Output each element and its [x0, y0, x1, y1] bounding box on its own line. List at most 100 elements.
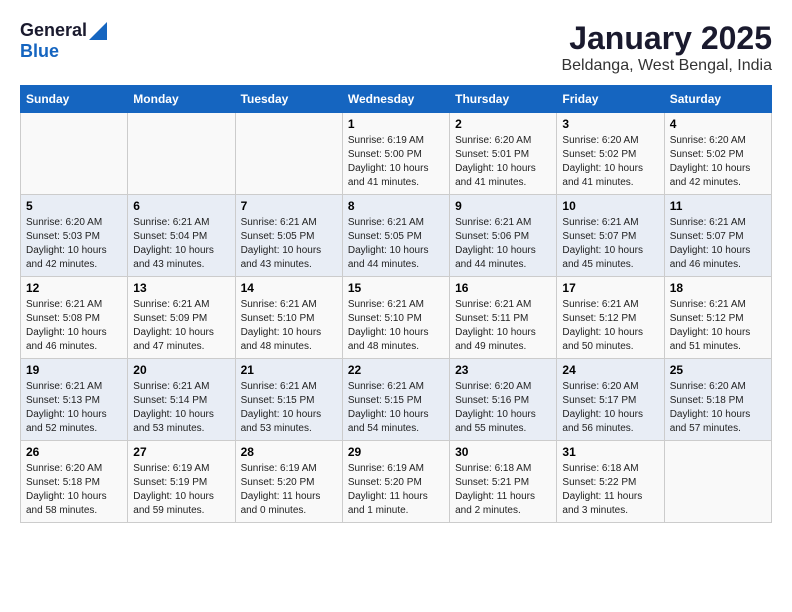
day-info: Sunrise: 6:20 AM Sunset: 5:03 PM Dayligh… — [26, 216, 122, 272]
calendar-cell: 15 Sunrise: 6:21 AM Sunset: 5:10 PM Dayli… — [342, 277, 449, 359]
day-number: 6 — [133, 199, 229, 213]
day-info: Sunrise: 6:20 AM Sunset: 5:01 PM Dayligh… — [455, 134, 551, 190]
logo-blue: Blue — [20, 41, 59, 61]
calendar-cell: 16Sunrise: 6:21 AM Sunset: 5:11 PM Dayli… — [450, 277, 557, 359]
day-info: Sunrise: 6:20 AM Sunset: 5:16 PM Dayligh… — [455, 380, 551, 436]
weekday-header-tuesday: Tuesday — [235, 86, 342, 113]
calendar-cell: 21 Sunrise: 6:21 AM Sunset: 5:15 PM Dayli… — [235, 359, 342, 441]
day-number: 11 — [670, 199, 766, 213]
calendar-cell: 14Sunrise: 6:21 AM Sunset: 5:10 PM Dayli… — [235, 277, 342, 359]
day-info: Sunrise: 6:21 AM Sunset: 5:08 PM Dayligh… — [26, 298, 122, 354]
day-number: 21 — [241, 363, 337, 377]
day-number: 12 — [26, 281, 122, 295]
day-number: 13 — [133, 281, 229, 295]
weekday-header-thursday: Thursday — [450, 86, 557, 113]
day-number: 1 — [348, 117, 444, 131]
day-info: Sunrise: 6:19 AM Sunset: 5:00 PM Dayligh… — [348, 134, 444, 190]
weekday-header-friday: Friday — [557, 86, 664, 113]
day-number: 5 — [26, 199, 122, 213]
day-number: 3 — [562, 117, 658, 131]
calendar-cell: 20 Sunrise: 6:21 AM Sunset: 5:14 PM Dayli… — [128, 359, 235, 441]
calendar-week-2: 5 Sunrise: 6:20 AM Sunset: 5:03 PM Daylig… — [21, 195, 772, 277]
calendar-cell: 17 Sunrise: 6:21 AM Sunset: 5:12 PM Dayli… — [557, 277, 664, 359]
day-number: 17 — [562, 281, 658, 295]
calendar-cell: 22 Sunrise: 6:21 AM Sunset: 5:15 PM Dayli… — [342, 359, 449, 441]
day-info: Sunrise: 6:20 AM Sunset: 5:18 PM Dayligh… — [670, 380, 766, 436]
day-info: Sunrise: 6:19 AM Sunset: 5:20 PM Dayligh… — [348, 462, 444, 518]
day-info: Sunrise: 6:18 AM Sunset: 5:21 PM Dayligh… — [455, 462, 551, 518]
calendar-cell: 2 Sunrise: 6:20 AM Sunset: 5:01 PM Daylig… — [450, 113, 557, 195]
page-header: General Blue January 2025 Beldanga, West… — [20, 20, 772, 75]
weekday-header-saturday: Saturday — [664, 86, 771, 113]
calendar-cell: 5 Sunrise: 6:20 AM Sunset: 5:03 PM Daylig… — [21, 195, 128, 277]
calendar-cell: 13 Sunrise: 6:21 AM Sunset: 5:09 PM Dayli… — [128, 277, 235, 359]
day-number: 22 — [348, 363, 444, 377]
logo: General Blue — [20, 20, 107, 62]
day-info: Sunrise: 6:20 AM Sunset: 5:02 PM Dayligh… — [562, 134, 658, 190]
weekday-header-monday: Monday — [128, 86, 235, 113]
day-info: Sunrise: 6:21 AM Sunset: 5:14 PM Dayligh… — [133, 380, 229, 436]
day-info: Sunrise: 6:21 AM Sunset: 5:15 PM Dayligh… — [241, 380, 337, 436]
day-number: 2 — [455, 117, 551, 131]
weekday-header-wednesday: Wednesday — [342, 86, 449, 113]
calendar-cell: 31 Sunrise: 6:18 AM Sunset: 5:22 PM Dayli… — [557, 441, 664, 523]
calendar-cell — [664, 441, 771, 523]
calendar-week-5: 26Sunrise: 6:20 AM Sunset: 5:18 PM Dayli… — [21, 441, 772, 523]
weekday-header-sunday: Sunday — [21, 86, 128, 113]
day-info: Sunrise: 6:18 AM Sunset: 5:22 PM Dayligh… — [562, 462, 658, 518]
day-info: Sunrise: 6:21 AM Sunset: 5:15 PM Dayligh… — [348, 380, 444, 436]
day-info: Sunrise: 6:21 AM Sunset: 5:11 PM Dayligh… — [455, 298, 551, 354]
calendar-week-4: 19 Sunrise: 6:21 AM Sunset: 5:13 PM Dayli… — [21, 359, 772, 441]
calendar-cell: 19 Sunrise: 6:21 AM Sunset: 5:13 PM Dayli… — [21, 359, 128, 441]
calendar-cell: 18Sunrise: 6:21 AM Sunset: 5:12 PM Dayli… — [664, 277, 771, 359]
day-info: Sunrise: 6:20 AM Sunset: 5:17 PM Dayligh… — [562, 380, 658, 436]
day-info: Sunrise: 6:21 AM Sunset: 5:07 PM Dayligh… — [670, 216, 766, 272]
day-info: Sunrise: 6:21 AM Sunset: 5:13 PM Dayligh… — [26, 380, 122, 436]
day-number: 8 — [348, 199, 444, 213]
calendar-cell: 6 Sunrise: 6:21 AM Sunset: 5:04 PM Daylig… — [128, 195, 235, 277]
day-number: 18 — [670, 281, 766, 295]
calendar-cell: 3 Sunrise: 6:20 AM Sunset: 5:02 PM Daylig… — [557, 113, 664, 195]
calendar-cell: 23 Sunrise: 6:20 AM Sunset: 5:16 PM Dayli… — [450, 359, 557, 441]
calendar-cell: 12 Sunrise: 6:21 AM Sunset: 5:08 PM Dayli… — [21, 277, 128, 359]
day-info: Sunrise: 6:21 AM Sunset: 5:10 PM Dayligh… — [348, 298, 444, 354]
day-number: 9 — [455, 199, 551, 213]
title-block: January 2025 Beldanga, West Bengal, Indi… — [561, 20, 772, 75]
calendar-cell: 9 Sunrise: 6:21 AM Sunset: 5:06 PM Daylig… — [450, 195, 557, 277]
calendar-cell: 24 Sunrise: 6:20 AM Sunset: 5:17 PM Dayli… — [557, 359, 664, 441]
calendar-cell: 27Sunrise: 6:19 AM Sunset: 5:19 PM Dayli… — [128, 441, 235, 523]
day-number: 15 — [348, 281, 444, 295]
calendar-cell: 7 Sunrise: 6:21 AM Sunset: 5:05 PM Daylig… — [235, 195, 342, 277]
calendar-cell — [235, 113, 342, 195]
weekday-header-row: SundayMondayTuesdayWednesdayThursdayFrid… — [21, 86, 772, 113]
calendar-cell: 26Sunrise: 6:20 AM Sunset: 5:18 PM Dayli… — [21, 441, 128, 523]
calendar-cell: 28 Sunrise: 6:19 AM Sunset: 5:20 PM Dayli… — [235, 441, 342, 523]
day-number: 23 — [455, 363, 551, 377]
day-number: 20 — [133, 363, 229, 377]
day-number: 24 — [562, 363, 658, 377]
logo-general: General — [20, 20, 87, 41]
day-info: Sunrise: 6:21 AM Sunset: 5:12 PM Dayligh… — [562, 298, 658, 354]
day-info: Sunrise: 6:21 AM Sunset: 5:10 PM Dayligh… — [241, 298, 337, 354]
day-number: 28 — [241, 445, 337, 459]
logo-icon — [89, 22, 107, 40]
day-info: Sunrise: 6:21 AM Sunset: 5:07 PM Dayligh… — [562, 216, 658, 272]
day-info: Sunrise: 6:21 AM Sunset: 5:09 PM Dayligh… — [133, 298, 229, 354]
day-number: 7 — [241, 199, 337, 213]
day-info: Sunrise: 6:21 AM Sunset: 5:06 PM Dayligh… — [455, 216, 551, 272]
day-number: 19 — [26, 363, 122, 377]
calendar-cell — [128, 113, 235, 195]
day-info: Sunrise: 6:20 AM Sunset: 5:02 PM Dayligh… — [670, 134, 766, 190]
day-number: 27 — [133, 445, 229, 459]
calendar-cell: 11 Sunrise: 6:21 AM Sunset: 5:07 PM Dayli… — [664, 195, 771, 277]
day-info: Sunrise: 6:21 AM Sunset: 5:04 PM Dayligh… — [133, 216, 229, 272]
day-info: Sunrise: 6:19 AM Sunset: 5:20 PM Dayligh… — [241, 462, 337, 518]
calendar-table: SundayMondayTuesdayWednesdayThursdayFrid… — [20, 85, 772, 523]
calendar-cell: 30Sunrise: 6:18 AM Sunset: 5:21 PM Dayli… — [450, 441, 557, 523]
day-info: Sunrise: 6:21 AM Sunset: 5:05 PM Dayligh… — [241, 216, 337, 272]
page-subtitle: Beldanga, West Bengal, India — [561, 57, 772, 75]
day-number: 26 — [26, 445, 122, 459]
calendar-cell: 10 Sunrise: 6:21 AM Sunset: 5:07 PM Dayli… — [557, 195, 664, 277]
day-number: 31 — [562, 445, 658, 459]
day-number: 10 — [562, 199, 658, 213]
